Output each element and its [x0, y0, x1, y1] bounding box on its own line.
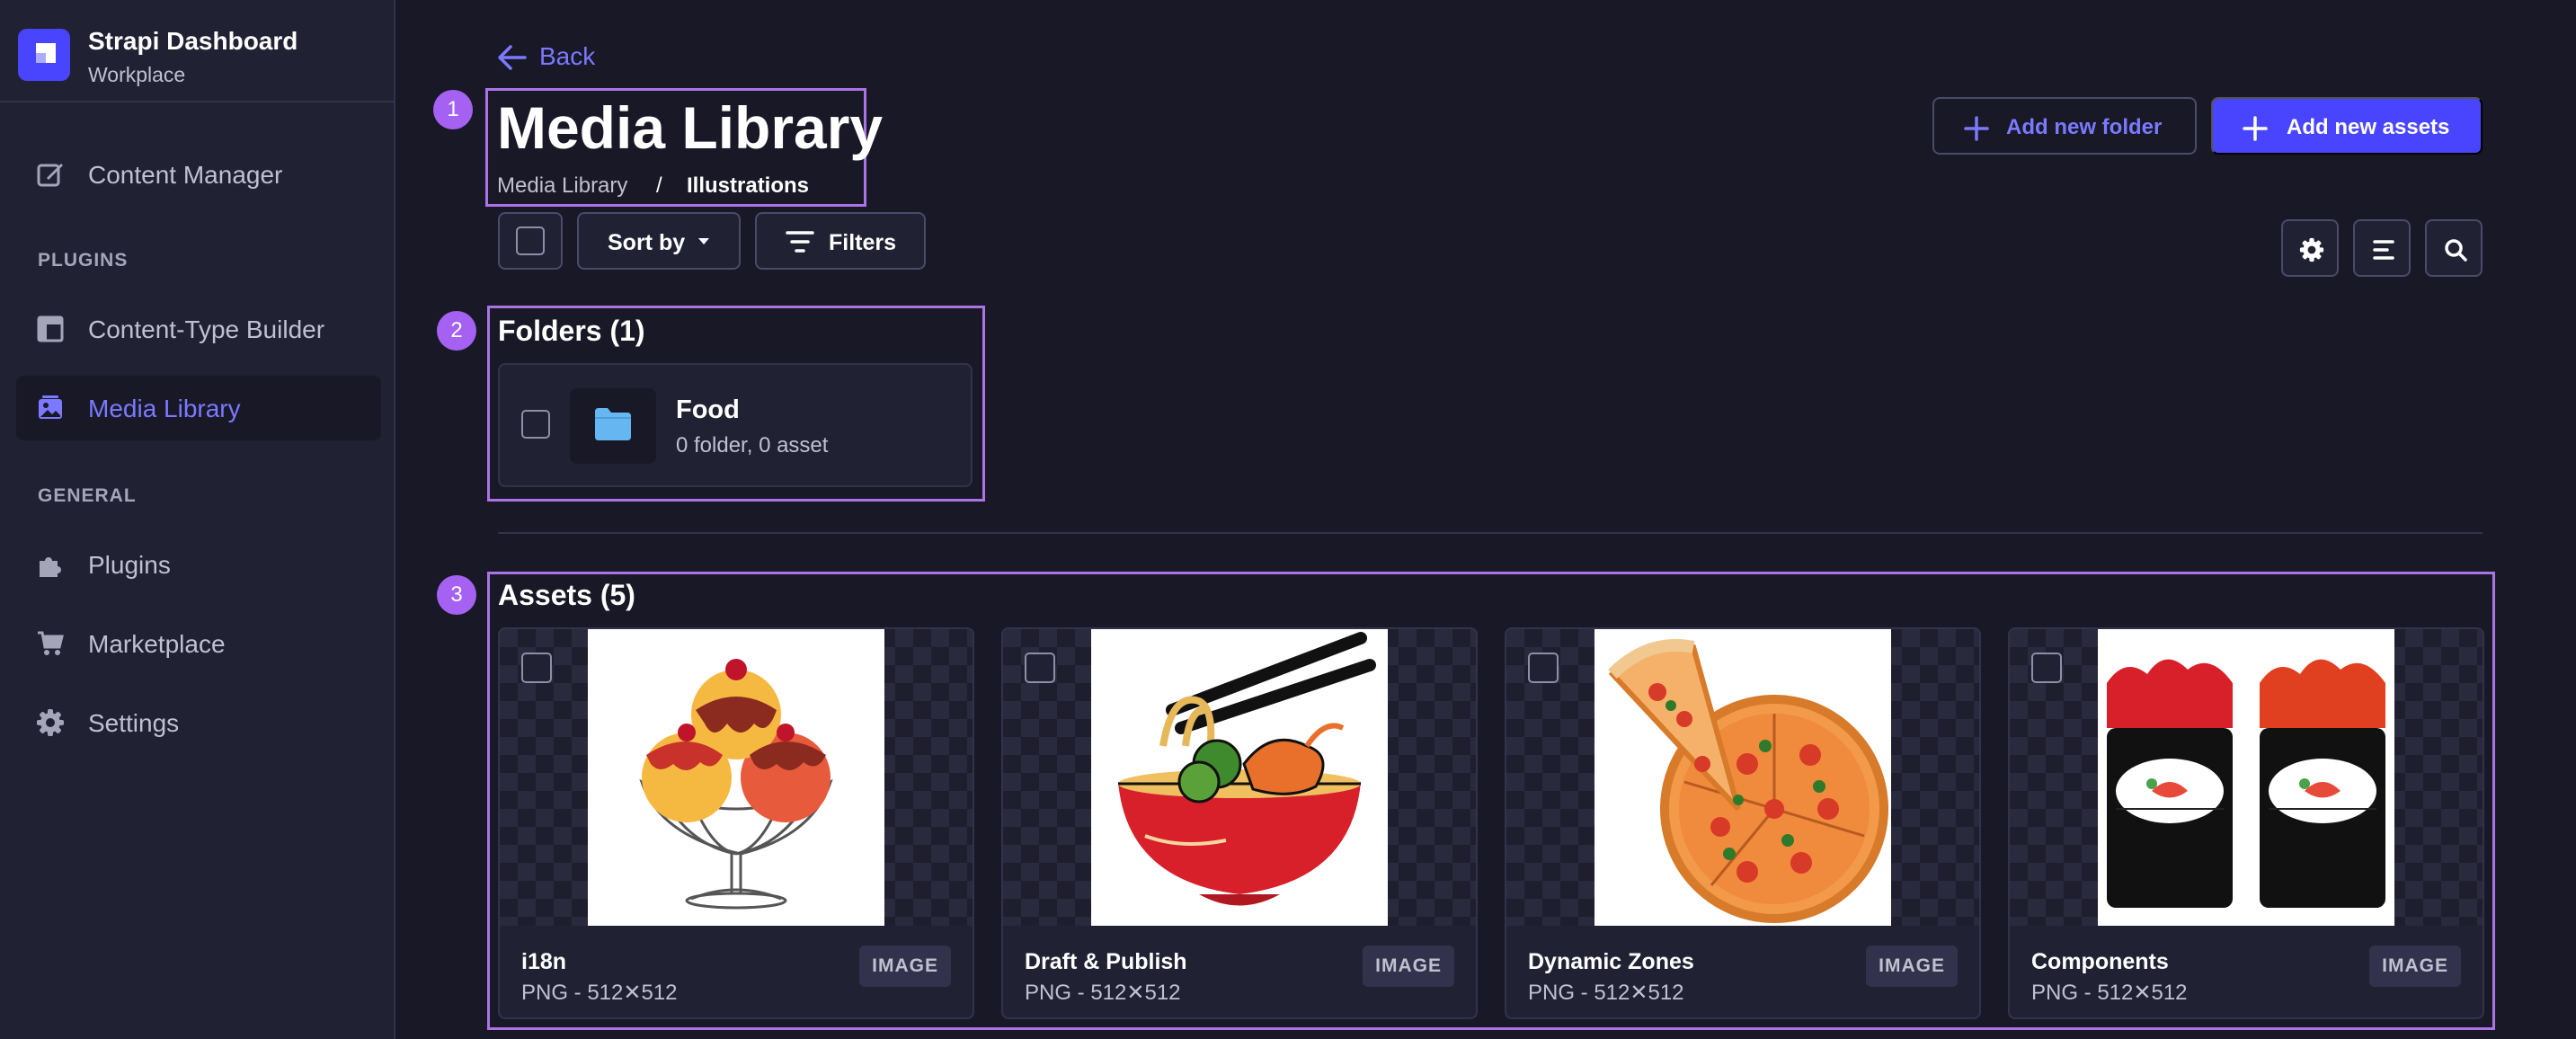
breadcrumb-current: Illustrations — [687, 173, 810, 198]
search-button[interactable] — [2425, 219, 2483, 277]
section-divider — [498, 532, 2483, 534]
annotation-badge-3: 3 — [437, 575, 476, 615]
folder-thumb — [570, 388, 656, 464]
sidebar-item-content-manager[interactable]: Content Manager — [16, 142, 381, 207]
layout-icon — [37, 315, 64, 342]
assets-heading: Assets (5) — [498, 579, 635, 611]
ice-cream-image — [588, 629, 884, 926]
sidebar-item-media-library[interactable]: Media Library — [16, 376, 381, 440]
asset-name: Dynamic Zones — [1528, 949, 1694, 974]
arrow-left-icon — [498, 45, 527, 70]
page-title: Media Library — [497, 94, 884, 161]
asset-type-badge: IMAGE — [2369, 946, 2461, 987]
pizza-image — [1594, 629, 1891, 926]
asset-meta: PNG - 512✕512 — [1025, 981, 1181, 1005]
cart-icon — [38, 631, 64, 655]
feather-icon — [37, 164, 63, 187]
sidebar-item-label: Media Library — [88, 395, 241, 422]
annotation-badge-1: 1 — [433, 90, 473, 129]
gear-icon — [2299, 237, 2324, 262]
plus-icon — [1964, 116, 1989, 141]
folder-icon — [595, 408, 631, 440]
sidebar: Strapi Dashboard Workplace Content Manag… — [0, 0, 395, 1039]
noodle-bowl-image — [1091, 629, 1388, 926]
add-new-assets-button[interactable]: Add new assets — [2211, 97, 2483, 155]
sort-by-label: Sort by — [608, 230, 686, 255]
asset-meta: PNG - 512✕512 — [1528, 981, 1684, 1005]
list-icon — [2373, 240, 2394, 260]
asset-checkbox[interactable] — [1528, 653, 1559, 683]
folder-name: Food — [676, 395, 740, 424]
sidebar-item-plugins[interactable]: Plugins — [16, 532, 381, 597]
add-new-assets-label: Add new assets — [2287, 115, 2450, 139]
asset-card[interactable]: i18n PNG - 512✕512 IMAGE — [498, 627, 974, 1019]
sidebar-item-label: Settings — [88, 709, 180, 737]
filters-label: Filters — [829, 230, 897, 255]
sidebar-item-label: Marketplace — [88, 630, 226, 658]
breadcrumb-item[interactable]: Media Library — [497, 173, 627, 199]
asset-card[interactable]: Components PNG - 512✕512 IMAGE — [2008, 627, 2484, 1019]
puzzle-icon — [40, 557, 61, 577]
plus-icon — [2243, 116, 2268, 141]
sidebar-item-marketplace[interactable]: Marketplace — [16, 611, 381, 676]
asset-thumbnail — [2010, 629, 2483, 926]
asset-meta: PNG - 512✕512 — [521, 981, 678, 1005]
add-new-folder-button[interactable]: Add new folder — [1932, 97, 2197, 155]
select-all-wrapper[interactable] — [498, 212, 563, 270]
asset-card[interactable]: Draft & Publish PNG - 512✕512 IMAGE — [1001, 627, 1478, 1019]
asset-card[interactable]: Dynamic Zones PNG - 512✕512 IMAGE — [1505, 627, 1981, 1019]
asset-thumbnail — [1003, 629, 1476, 926]
brand-subtitle: Workplace — [88, 63, 186, 86]
search-icon — [2445, 239, 2467, 262]
asset-type-badge: IMAGE — [859, 946, 951, 987]
asset-name: i18n — [521, 949, 567, 974]
breadcrumb-separator: / — [656, 173, 662, 198]
asset-checkbox[interactable] — [521, 653, 552, 683]
section-title-general: GENERAL — [38, 485, 137, 506]
gear-icon — [37, 709, 64, 736]
asset-name: Components — [2031, 949, 2169, 974]
brand-header[interactable]: Strapi Dashboard Workplace — [0, 0, 394, 102]
annotation-badge-2: 2 — [437, 311, 476, 351]
strapi-logo-icon — [18, 29, 70, 81]
add-new-folder-label: Add new folder — [2006, 115, 2163, 139]
sort-by-button[interactable]: Sort by — [577, 212, 741, 270]
list-view-button[interactable] — [2353, 219, 2411, 277]
asset-thumbnail — [1506, 629, 1979, 926]
filters-button[interactable]: Filters — [755, 212, 926, 270]
asset-type-badge: IMAGE — [1363, 946, 1454, 987]
folder-card[interactable]: Food 0 folder, 0 asset — [498, 363, 973, 487]
caret-down-icon — [698, 238, 709, 244]
picture-icon — [39, 395, 62, 419]
folder-meta: 0 folder, 0 asset — [676, 433, 829, 457]
sidebar-item-settings[interactable]: Settings — [16, 690, 381, 755]
section-title-plugins: PLUGINS — [38, 250, 129, 271]
sidebar-item-label: Content Manager — [88, 161, 283, 189]
folders-heading: Folders (1) — [498, 315, 645, 347]
sidebar-item-content-type-builder[interactable]: Content-Type Builder — [16, 297, 381, 361]
asset-name: Draft & Publish — [1025, 949, 1187, 974]
asset-type-badge: IMAGE — [1866, 946, 1958, 987]
asset-thumbnail — [500, 629, 973, 926]
sidebar-item-label: Plugins — [88, 551, 171, 579]
back-label: Back — [539, 42, 596, 70]
asset-checkbox[interactable] — [2031, 653, 2062, 683]
asset-checkbox[interactable] — [1025, 653, 1055, 683]
settings-button[interactable] — [2281, 219, 2339, 277]
asset-meta: PNG - 512✕512 — [2031, 981, 2188, 1005]
brand-title: Strapi Dashboard — [88, 27, 298, 55]
filter-icon — [786, 231, 814, 253]
folder-checkbox[interactable] — [521, 410, 550, 439]
select-all-checkbox[interactable] — [516, 226, 545, 255]
sushi-image — [2098, 629, 2394, 926]
sidebar-item-label: Content-Type Builder — [88, 315, 325, 343]
